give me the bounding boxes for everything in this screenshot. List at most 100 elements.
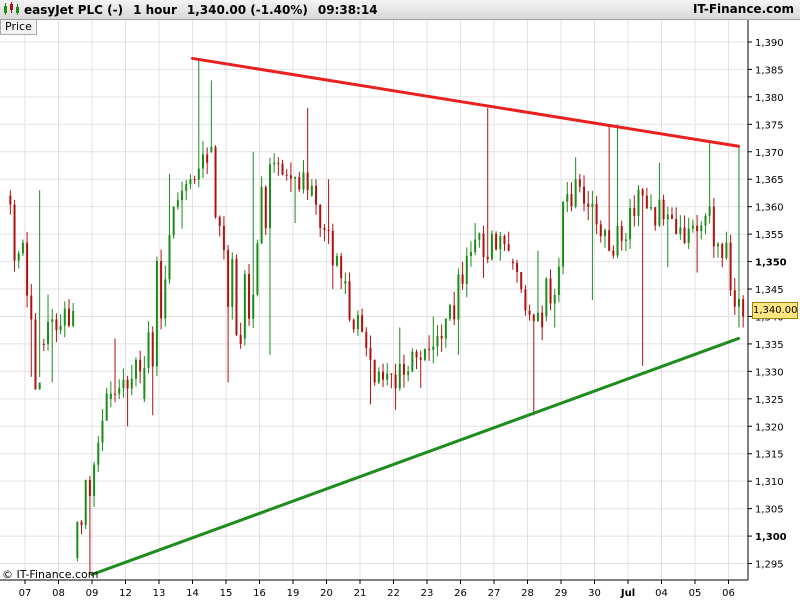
candle-body: [210, 146, 213, 152]
candle-body: [423, 348, 426, 360]
candle-body: [164, 279, 167, 319]
candle-body: [289, 175, 292, 179]
x-tick-label: 09: [86, 588, 99, 599]
candle-body: [578, 179, 581, 187]
x-tick-label: 16: [253, 588, 266, 599]
x-tick-label: 21: [354, 588, 367, 599]
x-tick-label: 13: [153, 588, 166, 599]
candle-body: [201, 154, 204, 169]
candle-body: [721, 243, 724, 259]
y-tick-label: 1,305: [755, 505, 784, 516]
candle-body: [377, 371, 380, 383]
y-tick-label: 1,300: [755, 532, 787, 543]
candle-body: [55, 319, 58, 331]
candle-body: [38, 382, 41, 390]
x-tick-label: 12: [119, 588, 132, 599]
candle-body: [461, 274, 464, 284]
candle-body: [34, 319, 37, 390]
x-tick-label: 27: [488, 588, 501, 599]
candle-body: [76, 521, 79, 559]
y-tick-label: 1,370: [755, 148, 784, 159]
last-price-box: 1,340.00: [752, 302, 798, 319]
candle-body: [84, 479, 87, 526]
candle-body: [557, 266, 560, 296]
candle-body: [599, 224, 602, 237]
candle-body: [319, 204, 322, 228]
candle-body: [222, 225, 225, 250]
x-tick-label: 07: [19, 588, 32, 599]
candle-body: [532, 314, 535, 321]
candle-body: [147, 332, 150, 368]
candle-body: [315, 185, 318, 205]
candle-body: [168, 235, 171, 280]
x-tick-label: 29: [555, 588, 568, 599]
candle-body: [302, 172, 305, 190]
candle-body: [432, 346, 435, 350]
candle-body: [440, 335, 443, 339]
candle-body: [214, 146, 217, 218]
candle-body: [382, 371, 385, 380]
candle-body: [402, 363, 405, 375]
candle-body: [469, 252, 472, 257]
candle-body: [536, 312, 539, 321]
candle-body: [691, 225, 694, 229]
candle-body: [335, 256, 338, 266]
candle-body: [499, 235, 502, 250]
candle-body: [503, 235, 506, 245]
candle-body: [273, 162, 276, 165]
candle-body: [160, 261, 163, 319]
y-tick-label: 1,330: [755, 367, 784, 378]
candle-body: [696, 225, 699, 232]
candle-body: [742, 299, 745, 317]
y-tick-label: 1,355: [755, 230, 784, 241]
candle-body: [457, 274, 460, 320]
candle-body: [340, 256, 343, 279]
candle-body: [511, 261, 514, 264]
candle-body: [260, 186, 263, 244]
candle-body: [495, 233, 498, 250]
chart-interval[interactable]: 1 hour: [133, 3, 177, 17]
candle-body: [197, 168, 200, 180]
y-tick-label: 1,380: [755, 93, 784, 104]
candle-body: [310, 185, 313, 196]
candle-body: [449, 305, 452, 319]
candle-body: [176, 200, 179, 207]
candle-body: [17, 253, 20, 261]
instrument-name: easyJet PLC (-): [24, 3, 124, 17]
candle-body: [344, 281, 347, 284]
candle-body: [603, 230, 606, 237]
candle-body: [118, 388, 121, 394]
candle-body: [42, 343, 45, 345]
y-tick-label: 1,295: [755, 560, 784, 571]
candle-body: [193, 179, 196, 181]
candle-body: [72, 310, 75, 326]
candle-body: [415, 351, 418, 358]
candle-body: [206, 154, 209, 163]
candle-body: [650, 207, 653, 209]
candle-body: [386, 373, 389, 380]
candle-body: [185, 184, 188, 191]
x-tick-label: 06: [722, 588, 735, 599]
candle-body: [139, 359, 142, 372]
candle-body: [670, 214, 673, 219]
x-tick-label: 15: [220, 588, 233, 599]
candle-body: [474, 239, 477, 253]
candle-body: [51, 319, 54, 322]
candle-body: [323, 227, 326, 230]
candle-body: [453, 305, 456, 320]
candle-body: [490, 233, 493, 260]
candle-body: [390, 373, 393, 375]
candle-body: [59, 325, 62, 331]
candle-body: [645, 195, 648, 209]
candle-body: [189, 179, 192, 185]
candle-body: [93, 464, 96, 496]
candle-body: [47, 321, 50, 345]
candle-body: [595, 203, 598, 225]
candle-body: [700, 225, 703, 232]
x-tick-label: 20: [320, 588, 333, 599]
candle-body: [520, 272, 523, 290]
x-tick-label: Jul: [620, 588, 635, 599]
candle-body: [553, 295, 556, 304]
candle-body: [444, 318, 447, 339]
candle-body: [356, 315, 359, 330]
